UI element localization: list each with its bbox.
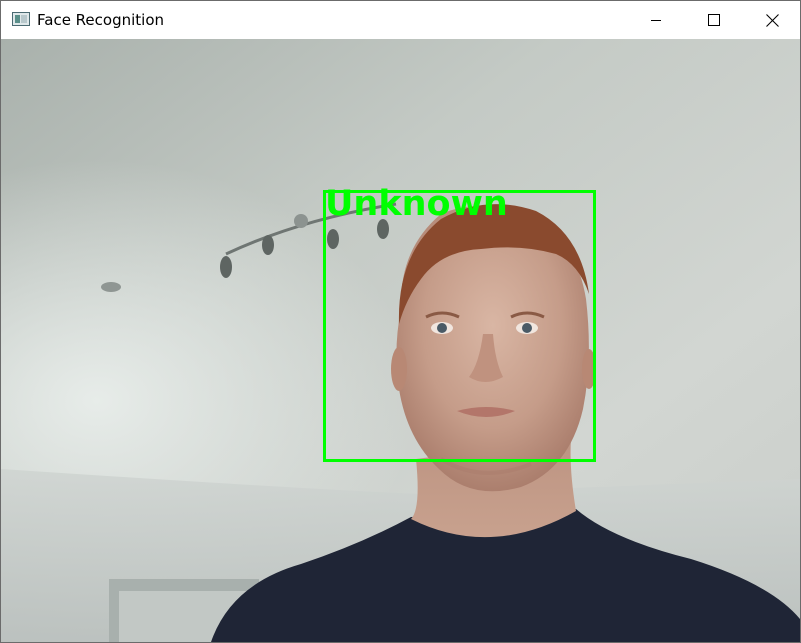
window-title: Face Recognition xyxy=(37,11,165,29)
camera-feed: Unknown xyxy=(1,39,800,642)
maximize-icon xyxy=(708,14,720,26)
face-label: Unknown xyxy=(325,184,508,224)
close-button[interactable] xyxy=(743,1,801,39)
minimize-icon xyxy=(651,20,661,21)
face-bounding-box xyxy=(323,190,596,462)
minimize-button[interactable] xyxy=(627,1,685,39)
app-window: Face Recognition Unknown xyxy=(0,0,801,643)
close-icon xyxy=(765,13,779,27)
title-bar[interactable]: Face Recognition xyxy=(1,1,800,39)
maximize-button[interactable] xyxy=(685,1,743,39)
app-icon xyxy=(12,12,30,26)
